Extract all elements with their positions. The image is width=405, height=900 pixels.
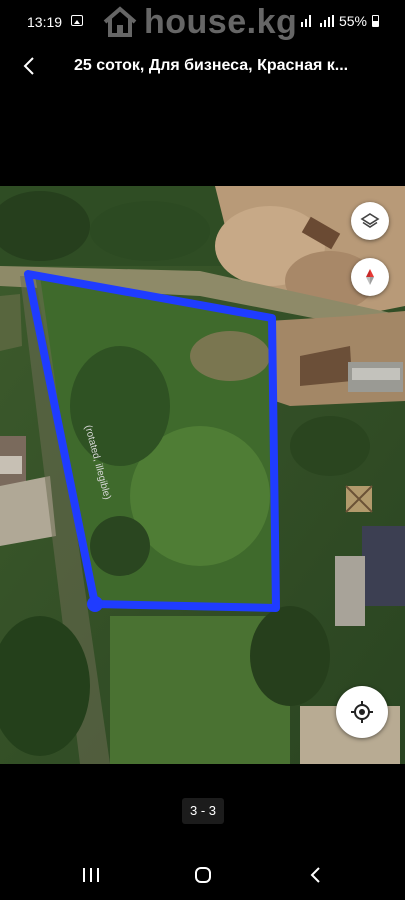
page-title: 25 соток, Для бизнеса, Красная к... <box>74 57 349 74</box>
house-kg-watermark: house.kg <box>102 0 297 44</box>
home-icon[interactable] <box>195 867 211 883</box>
battery-percent: 55% <box>338 13 367 29</box>
satellite-map: (rotated, illegible) <box>0 186 405 764</box>
status-right: 55% <box>300 13 379 29</box>
battery-icon <box>372 15 379 27</box>
house-icon <box>103 6 137 37</box>
layers-button[interactable] <box>351 202 389 240</box>
wifi-signal-icon <box>300 15 315 27</box>
my-location-icon <box>351 701 373 723</box>
watermark-text: house.kg <box>144 2 298 41</box>
app-header: 25 соток, Для бизнеса, Красная к... <box>0 44 405 90</box>
gallery-counter: 3 - 3 <box>182 798 224 824</box>
signal-icon <box>319 15 334 27</box>
compass-icon <box>366 269 374 285</box>
listing-photo[interactable]: (rotated, illegible) <box>0 186 405 764</box>
compass-button[interactable] <box>351 258 389 296</box>
status-bar: 13:19 house.kg 55% <box>0 0 405 44</box>
image-icon <box>71 15 83 26</box>
status-time: 13:19 <box>27 14 63 30</box>
recent-apps-icon[interactable] <box>83 868 99 882</box>
back-icon[interactable] <box>306 865 326 885</box>
system-nav-bar <box>0 850 405 900</box>
back-chevron-icon[interactable] <box>18 54 42 78</box>
layers-icon <box>360 213 380 228</box>
my-location-button[interactable] <box>336 686 388 738</box>
